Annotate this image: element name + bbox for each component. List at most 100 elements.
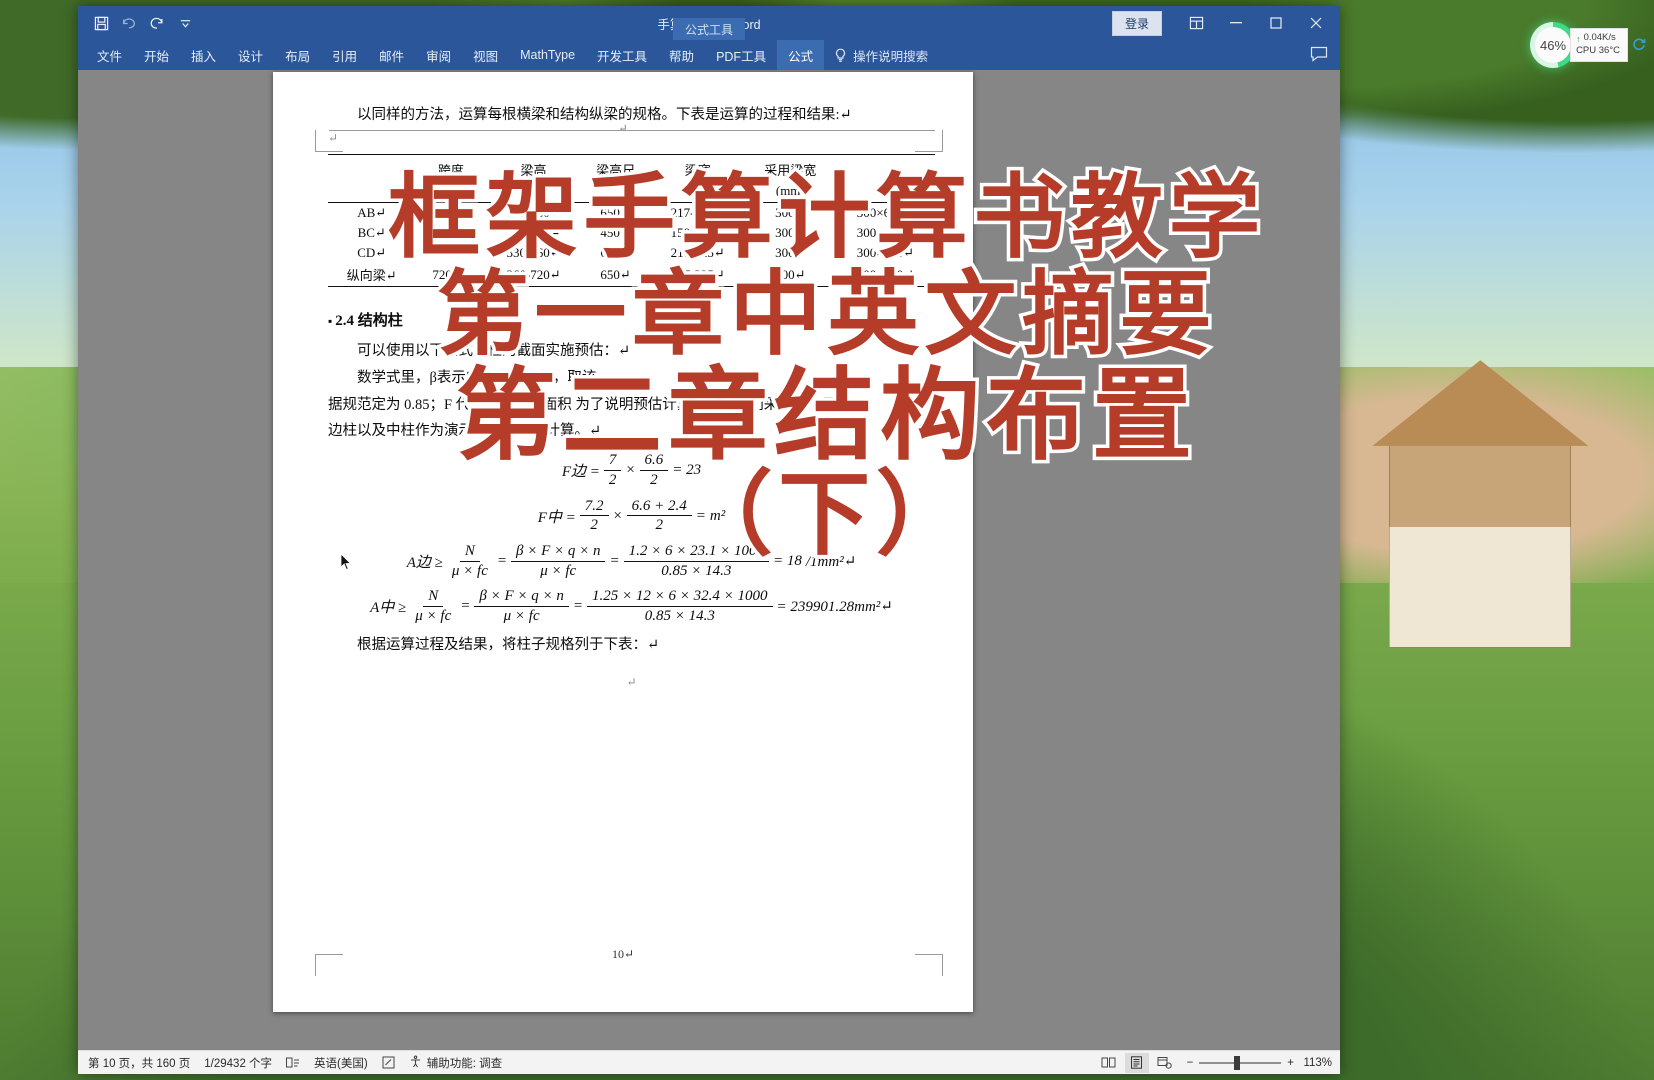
formula-f-zhong[interactable]: F中 = 7.2 2 × 6.6 + 2.4 2 = m² [328,497,935,536]
tab-insert[interactable]: 插入 [180,40,227,70]
mouse-cursor [340,553,352,571]
upload-arrow-icon: ↑ [1576,33,1581,44]
network-speed-box[interactable]: ↑ 0.04K/s CPU 36°C [1570,28,1628,62]
customize-qat-icon[interactable] [172,11,198,35]
document-canvas[interactable]: ↵ 以同样的方法，运算每根横梁和结构纵梁的规格。下表是运算的过程和结果:↵ ↵ … [78,70,1340,1050]
spellcheck-icon[interactable] [286,1057,300,1069]
comment-icon[interactable] [1310,46,1328,63]
cell-hused: 650↵ [580,263,651,287]
denominator: 2 [650,472,658,488]
formula-lhs: F中 = [537,509,576,526]
close-icon[interactable] [1296,8,1336,38]
denominator: 0.85 × 14.3 [644,607,715,624]
table-body: AB↵ 6600↵ 330-660↵ 650↵ 217-325↵ 300↵ 30… [328,203,935,287]
zoom-out-button[interactable]: − [1187,1057,1194,1069]
page-indicator[interactable]: 第 10 页，共 160 页 [88,1055,190,1071]
fraction-3: 1.2 × 6 × 23.1 × 1000 0.85 × 14.3 [623,542,769,581]
undo-icon[interactable] [116,11,142,35]
language-indicator[interactable]: 英语(美国) [314,1055,368,1071]
accessibility-label: 辅助功能: 调查 [426,1057,503,1070]
zoom-in-button[interactable]: + [1287,1057,1294,1069]
table-head: 跨度 梁高 梁高尺 梁宽 采用梁宽 (mm)↵ (mm) [328,154,935,203]
times-sign: × [612,507,623,524]
word-count[interactable]: 1/29432 个字 [204,1055,272,1071]
denominator: μ × fc [415,607,452,624]
zoom-level[interactable]: 113% [1298,1057,1332,1069]
redo-icon[interactable] [144,11,170,35]
tab-home[interactable]: 开始 [133,40,180,70]
cell-name: CD↵ [357,245,387,260]
fraction-2: 6.6 + 2.4 2 [626,497,692,536]
cell-size: 300×650↵ [835,263,935,287]
accessibility-checker[interactable]: 辅助功能: 调查 [409,1055,502,1071]
quick-access-toolbar [78,11,198,35]
zoom-slider[interactable]: − + [1187,1055,1294,1070]
document-page[interactable]: ↵ 以同样的方法，运算每根横梁和结构纵梁的规格。下表是运算的过程和结果:↵ ↵ … [273,72,973,1012]
th-unit-b [650,181,745,203]
table-row[interactable]: 纵向梁↵ 7200↵ 360-720↵ 650↵ 217-325↵ 300↵ 3… [328,263,935,287]
th-span: 跨度 [415,154,487,181]
formula-a-zhong[interactable]: A中 ≥ N μ × fc = β × F × q × n μ × fc = 1… [328,587,935,626]
formula-a-bian[interactable]: A边 ≥ N μ × fc = β × F × q × n μ × fc = 1… [328,542,935,581]
cell-name: 纵向梁↵ [328,263,416,287]
lightbulb-icon [834,48,847,63]
status-bar-right: − + 113% [1097,1052,1340,1073]
tab-layout[interactable]: 布局 [274,40,321,70]
cell-bcalc: 217-325↵ [670,245,725,260]
save-icon[interactable] [88,11,114,35]
tab-view[interactable]: 视图 [462,40,509,70]
formula-result: = 239901.28mm²↵ [776,599,893,616]
ribbon-display-options-icon[interactable] [1176,8,1216,38]
tab-equation[interactable]: 公式 [777,40,825,70]
formula-f-bian[interactable]: F边 = 7 2 × 6.6 2 = 23 [328,451,935,490]
formula-result: = 23 [672,462,702,479]
cpu-usage-percent: 46% [1535,27,1572,63]
word-application-window: 手算计算书 - Word 登录 公式工具 文件 开始 插入 设计 布局 引用 邮… [78,6,1340,1074]
tab-mathtype[interactable]: MathType [509,40,586,70]
numerator: N [423,587,444,607]
tab-design[interactable]: 设计 [227,40,274,70]
th-unit-blank [328,181,416,203]
web-layout-icon[interactable] [1153,1053,1177,1073]
th-size [835,154,935,181]
tab-mailings[interactable]: 邮件 [368,40,415,70]
fraction-1: 7 2 [603,451,622,490]
cell-bcalc: 217-325↵ [670,205,725,220]
sign-in-button[interactable]: 登录 [1111,10,1162,36]
track-changes-icon[interactable] [382,1056,395,1069]
tab-developer[interactable]: 开发工具 [586,40,658,70]
table-row[interactable]: AB↵ 6600↵ 330-660↵ 650↵ 217-325↵ 300↵ 30… [328,203,935,224]
table-row[interactable]: CD↵ 6600↵ 330-660↵ 650↵ 217-325↵ 300↵ 30… [328,243,935,263]
tab-file[interactable]: 文件 [86,40,133,70]
cell-size: 300×650↵ [856,205,914,220]
system-monitor-widget[interactable]: 46% ↑ 0.04K/s CPU 36°C [1530,22,1646,68]
numerator: β × F × q × n [510,542,606,562]
cpu-temperature-row: CPU 36°C [1576,45,1620,58]
read-mode-icon[interactable] [1097,1053,1121,1073]
cell-name: BC↵ [357,225,386,240]
cell-bcalc: 217-325↵ [650,263,745,287]
denominator: μ × fc [540,562,577,579]
restore-icon[interactable] [1256,8,1296,38]
th-unit-size [835,181,935,203]
tab-pdf-tools[interactable]: PDF工具 [705,40,777,70]
table-row[interactable]: BC↵ 2400↵ 200-240↵ 450↵ 150-225↵ 300↵ 30… [328,223,935,243]
zoom-track[interactable] [1199,1055,1282,1070]
numerator: 6.6 + 2.4 [626,497,692,517]
numerator: 6.6 [639,451,669,471]
beam-specification-table[interactable]: 跨度 梁高 梁高尺 梁宽 采用梁宽 (mm)↵ (mm) AB↵ 6600↵ 3… [328,154,935,287]
minimize-icon[interactable] [1216,8,1256,38]
tab-help[interactable]: 帮助 [658,40,705,70]
paragraph-formula-intro: 可以使用以下公式对柱的截面实施预估：↵ [357,343,631,359]
refresh-icon[interactable] [1632,37,1646,54]
denominator: 2 [608,472,617,488]
tell-me-search[interactable]: 操作说明搜索 [824,40,938,70]
zoom-thumb[interactable] [1233,1055,1240,1070]
tab-references[interactable]: 引用 [321,40,368,70]
print-layout-icon[interactable] [1124,1052,1149,1073]
cell-size: 300×650↵ [856,245,914,260]
tab-review[interactable]: 审阅 [415,40,462,70]
fraction-3: 1.25 × 12 × 6 × 32.4 × 1000 0.85 × 14.3 [587,587,773,626]
numerator: 1.25 × 12 × 6 × 32.4 × 1000 [587,587,773,607]
cell-span: 6600↵ [432,245,470,260]
